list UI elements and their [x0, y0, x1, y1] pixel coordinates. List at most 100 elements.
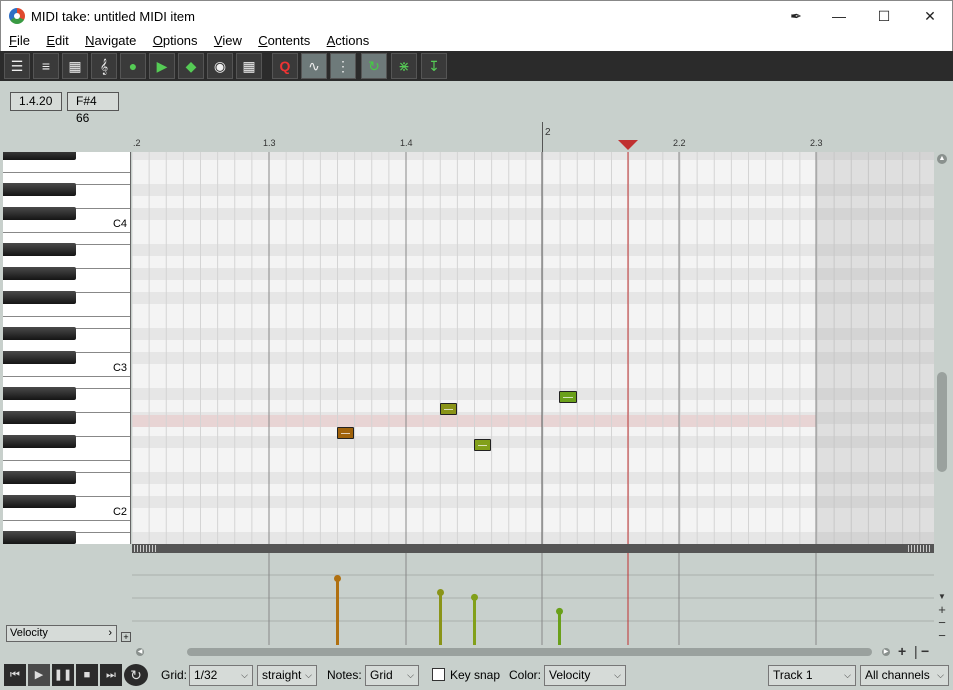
menu-actions[interactable]: Actions [327, 31, 370, 48]
scroll-right-icon[interactable]: ▶ [882, 648, 890, 656]
grid-value: 1/32 [194, 668, 218, 682]
black-key[interactable] [3, 183, 76, 196]
piano-roll-view-icon[interactable]: ☰ [4, 53, 30, 79]
channel-value: All channels [865, 668, 930, 682]
grid-select[interactable]: 1/32 ⌵ [189, 665, 253, 686]
loop-repeat-icon[interactable]: ↻ [124, 664, 148, 686]
key-snap-checkbox[interactable] [432, 668, 445, 681]
toolbar: ☰ ≡ ▦ 𝄞 ● ▶ ◆ ◉ ▦ Q ∿ ⋮ ↻ ⋇ ↧ [0, 51, 953, 81]
chevron-down-icon: ⌵ [305, 670, 312, 680]
menu-view[interactable]: View [214, 31, 242, 48]
lane-zoom-controls[interactable]: ▼ + − − [935, 590, 949, 642]
play-icon[interactable]: ▶ [28, 664, 50, 686]
white-key-edge [3, 376, 130, 377]
octave-label: C2 [112, 506, 127, 518]
swing-select[interactable]: straight ⌵ [257, 665, 317, 686]
left-grip[interactable] [134, 545, 158, 552]
menu-options[interactable]: Options [153, 31, 198, 48]
black-key[interactable] [3, 267, 76, 280]
track-value: Track 1 [773, 668, 813, 682]
lane-type-selector[interactable]: Velocity › [6, 625, 117, 642]
vertical-scrollbar[interactable]: ▲ [935, 152, 949, 544]
chevron-down-icon: ⌵ [614, 670, 621, 680]
notes-label: Notes: [327, 668, 362, 682]
collapse-icon[interactable]: − [935, 629, 949, 642]
h-zoom-out-icon[interactable]: − [921, 643, 929, 659]
draw-note-icon[interactable]: ◆ [178, 53, 204, 79]
octave-label: C3 [112, 362, 127, 374]
timeline-ruler[interactable]: .2 1.3 1.4 2 2.2 2.3 [132, 122, 934, 152]
menu-contents[interactable]: Contents [258, 31, 310, 48]
h-zoom-in-icon[interactable]: + [898, 643, 906, 659]
outside-item-region [816, 152, 934, 544]
chevron-down-icon: ⌵ [241, 670, 248, 680]
minimize-button[interactable]: — [816, 1, 862, 32]
midi-note[interactable] [337, 427, 354, 439]
notes-select[interactable]: Grid ⌵ [365, 665, 419, 686]
close-button[interactable]: ✕ [907, 1, 953, 32]
right-grip[interactable] [908, 545, 932, 552]
insert-note-icon[interactable]: ● [120, 53, 146, 79]
named-notes-view-icon[interactable]: ≡ [33, 53, 59, 79]
midi-note[interactable] [440, 403, 457, 415]
export-icon[interactable]: ↧ [421, 53, 447, 79]
black-key[interactable] [3, 387, 76, 400]
grid-icon[interactable]: ⋮ [330, 53, 356, 79]
pause-icon[interactable]: ❚❚ [52, 664, 74, 686]
black-key[interactable] [3, 291, 76, 304]
title-bar: MIDI take: untitled MIDI item ✒ — ☐ ✕ [0, 0, 953, 31]
paint-icon[interactable]: ◉ [207, 53, 233, 79]
horizontal-scroll-thumb[interactable] [187, 648, 872, 656]
playhead-marker-icon[interactable] [618, 140, 638, 150]
white-key-edge [3, 172, 130, 173]
grid-label: Grid: [161, 668, 188, 682]
black-key[interactable] [3, 495, 76, 508]
cc-curve-icon[interactable]: ∿ [301, 53, 327, 79]
velocity-handle [556, 607, 563, 615]
color-select[interactable]: Velocity ⌵ [544, 665, 626, 686]
scroll-left-icon[interactable]: ◀ [136, 648, 144, 656]
maximize-button[interactable]: ☐ [861, 1, 907, 32]
menu-edit[interactable]: Edit [46, 31, 68, 48]
add-lane-button[interactable]: + [121, 632, 131, 642]
quantize-icon[interactable]: Q [272, 53, 298, 79]
skip-to-start-icon[interactable]: ⏮ [4, 664, 26, 686]
black-key[interactable] [3, 411, 76, 424]
stop-icon[interactable]: ■ [76, 664, 98, 686]
black-key[interactable] [3, 207, 76, 220]
loop-icon[interactable]: ↻ [361, 53, 387, 79]
color-label: Color: [509, 668, 542, 682]
footprint-icon[interactable]: ⋇ [391, 53, 417, 79]
velocity-lane[interactable] [132, 553, 934, 645]
skip-to-end-icon[interactable]: ⏭ [100, 664, 122, 686]
velocity-stem [336, 578, 339, 645]
scroll-up-icon[interactable]: ▲ [937, 154, 947, 164]
black-key[interactable] [3, 531, 76, 544]
black-key[interactable] [3, 327, 76, 340]
black-key[interactable] [3, 351, 76, 364]
lane-divider[interactable] [132, 544, 934, 553]
horizontal-scrollbar[interactable]: ◀ ▶ + | − [132, 643, 952, 659]
black-key[interactable] [3, 435, 76, 448]
track-select[interactable]: Track 1 ⌵ [768, 665, 856, 686]
midi-note[interactable] [474, 439, 491, 451]
window-title: MIDI take: untitled MIDI item [31, 9, 195, 24]
vertical-scroll-thumb[interactable] [937, 372, 947, 472]
midi-note[interactable] [559, 391, 577, 403]
channel-select[interactable]: All channels ⌵ [860, 665, 949, 686]
menu-file[interactable]: File [9, 31, 30, 48]
black-key[interactable] [3, 243, 76, 256]
notation-view-icon[interactable]: 𝄞 [91, 53, 117, 79]
color-value: Velocity [549, 668, 591, 682]
piano-roll-grid[interactable] [132, 152, 934, 544]
step-input-icon[interactable]: ▦ [236, 53, 262, 79]
play-note-icon[interactable]: ▶ [149, 53, 175, 79]
black-key[interactable] [3, 471, 76, 484]
menu-navigate[interactable]: Navigate [85, 31, 136, 48]
event-list-view-icon[interactable]: ▦ [62, 53, 88, 79]
piano-keyboard[interactable]: C4 C3 C2 [3, 152, 131, 544]
ruler-label: 1.4 [400, 138, 413, 148]
velocity-stem [558, 611, 561, 645]
black-key[interactable] [3, 152, 76, 160]
pin-icon[interactable]: ✒ [773, 1, 819, 32]
